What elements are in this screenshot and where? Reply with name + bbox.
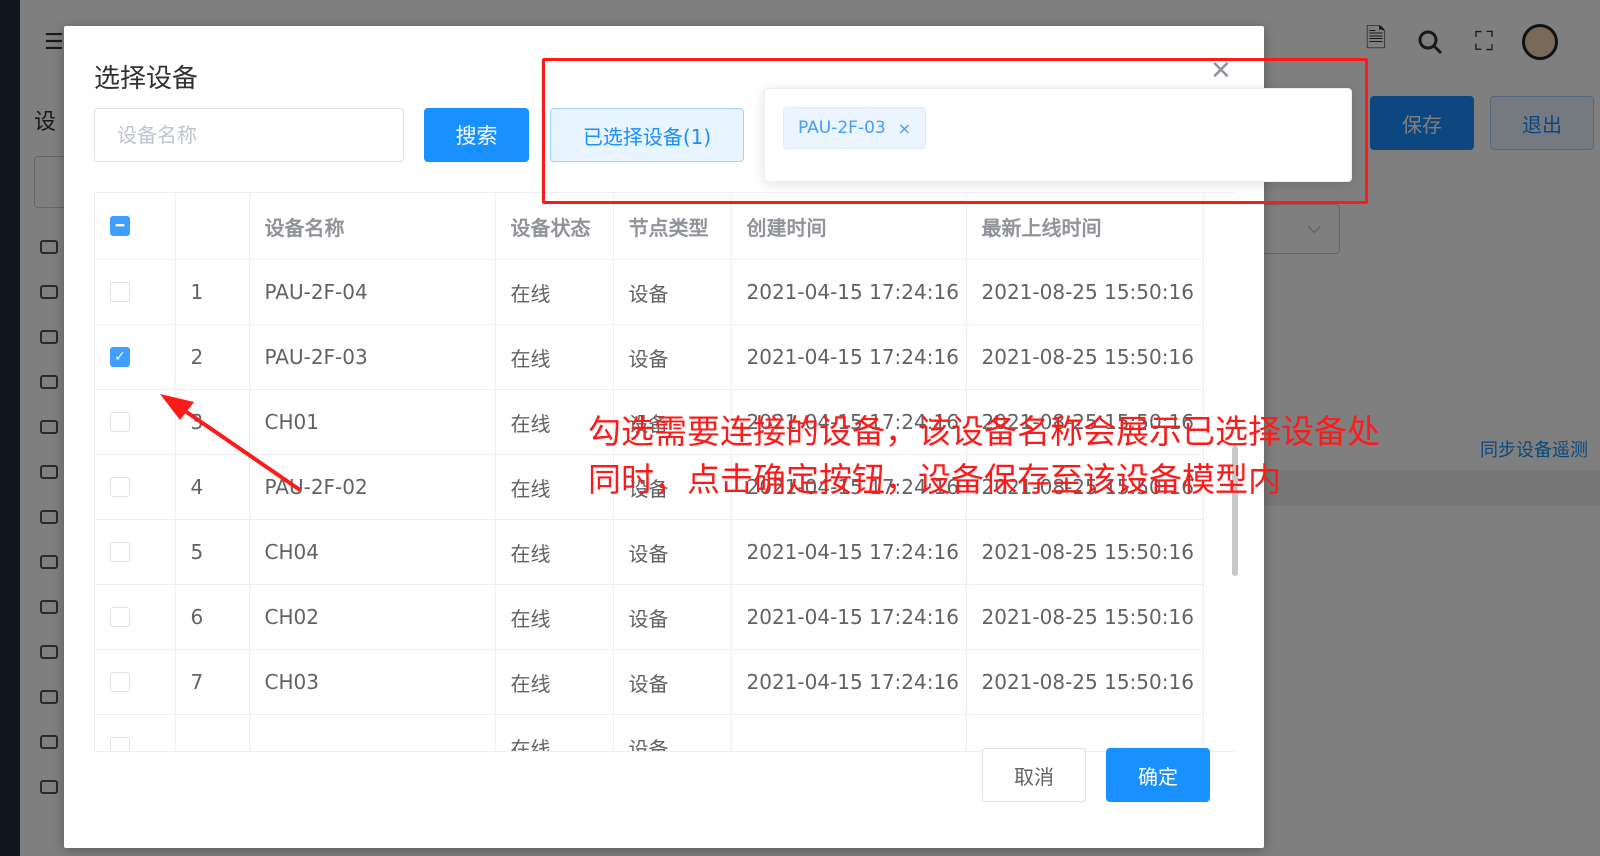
row-index: 3	[175, 389, 250, 455]
device-name-header: 设备名称	[249, 193, 496, 260]
row-checkbox[interactable]	[110, 412, 130, 432]
table-row[interactable]: 6 CH02 在线 设备 2021-04-15 17:24:16 2021-08…	[95, 584, 1204, 650]
device-name: PAU-2F-02	[249, 454, 496, 520]
latest-online-time	[966, 714, 1204, 751]
row-index	[175, 714, 250, 751]
device-status: 在线	[495, 714, 614, 751]
node-type: 设备	[613, 324, 732, 390]
device-name: PAU-2F-03	[249, 324, 496, 390]
created-time: 2021-04-15 17:24:16	[731, 584, 967, 650]
device-name: CH01	[249, 389, 496, 455]
table-row[interactable]: 在线 设备	[95, 714, 1204, 751]
latest-online-time: 2021-08-25 15:50:16	[966, 259, 1204, 325]
latest-online-time: 2021-08-25 15:50:16	[966, 324, 1204, 390]
row-checkbox[interactable]	[110, 477, 130, 497]
row-index: 5	[175, 519, 250, 585]
row-checkbox[interactable]	[110, 737, 130, 751]
table-row[interactable]: 1 PAU-2F-04 在线 设备 2021-04-15 17:24:16 20…	[95, 259, 1204, 325]
table-row[interactable]: 5 CH04 在线 设备 2021-04-15 17:24:16 2021-08…	[95, 519, 1204, 585]
row-index: 7	[175, 649, 250, 715]
annotation-highlight-box	[542, 58, 1368, 204]
row-checkbox[interactable]	[110, 542, 130, 562]
created-time: 2021-04-15 17:24:16	[731, 259, 967, 325]
search-button[interactable]: 搜索	[424, 108, 529, 162]
device-status: 在线	[495, 649, 614, 715]
device-name: CH03	[249, 649, 496, 715]
node-type: 设备	[613, 584, 732, 650]
device-name: CH04	[249, 519, 496, 585]
node-type: 设备	[613, 519, 732, 585]
device-status: 在线	[495, 324, 614, 390]
latest-online-time: 2021-08-25 15:50:16	[966, 649, 1204, 715]
node-type: 设备	[613, 714, 732, 751]
table-row[interactable]: ✓ 2 PAU-2F-03 在线 设备 2021-04-15 17:24:16 …	[95, 324, 1204, 390]
row-checkbox[interactable]	[110, 607, 130, 627]
annotation-text: 勾选需要连接的设备，该设备名称会展示已选择设备处 同时，点击确定按钮，设备保存至…	[588, 408, 1468, 504]
created-time: 2021-04-15 17:24:16	[731, 649, 967, 715]
node-type: 设备	[613, 259, 732, 325]
cancel-button[interactable]: 取消	[982, 748, 1086, 802]
latest-online-time: 2021-08-25 15:50:16	[966, 519, 1204, 585]
row-index: 4	[175, 454, 250, 520]
confirm-button[interactable]: 确定	[1106, 748, 1210, 802]
device-name: PAU-2F-04	[249, 259, 496, 325]
created-time	[731, 714, 967, 751]
row-checkbox-checked[interactable]: ✓	[110, 347, 130, 367]
select-all-cell: ━	[95, 193, 176, 260]
row-checkbox[interactable]	[110, 672, 130, 692]
device-name	[249, 714, 496, 751]
device-status: 在线	[495, 584, 614, 650]
row-index: 6	[175, 584, 250, 650]
node-type: 设备	[613, 649, 732, 715]
index-header	[175, 193, 250, 260]
select-all-checkbox[interactable]: ━	[110, 216, 130, 236]
annotation-line: 同时，点击确定按钮，设备保存至该设备模型内	[588, 460, 1281, 499]
annotation-line: 勾选需要连接的设备，该设备名称会展示已选择设备处	[588, 412, 1380, 451]
row-index: 2	[175, 324, 250, 390]
table-row[interactable]: 7 CH03 在线 设备 2021-04-15 17:24:16 2021-08…	[95, 649, 1204, 715]
device-name-search-input[interactable]	[94, 108, 404, 162]
dialog-title: 选择设备	[94, 64, 199, 94]
row-index: 1	[175, 259, 250, 325]
device-status: 在线	[495, 519, 614, 585]
created-time: 2021-04-15 17:24:16	[731, 324, 967, 390]
row-checkbox[interactable]	[110, 282, 130, 302]
latest-online-time: 2021-08-25 15:50:16	[966, 584, 1204, 650]
device-status: 在线	[495, 259, 614, 325]
device-name: CH02	[249, 584, 496, 650]
created-time: 2021-04-15 17:24:16	[731, 519, 967, 585]
